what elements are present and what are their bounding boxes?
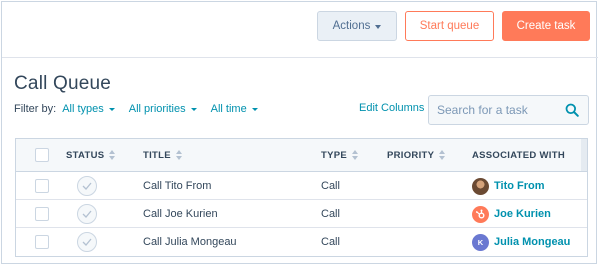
caret-down-icon: [190, 108, 197, 111]
column-label-associated: ASSOCIATED WITH: [472, 149, 565, 161]
select-all-checkbox[interactable]: [35, 148, 49, 162]
column-label-status: STATUS: [66, 149, 105, 161]
column-label-title: TITLE: [143, 149, 171, 161]
complete-task-toggle[interactable]: [77, 176, 97, 196]
table-row[interactable]: Call Joe Kurien Call Joe Kurien: [16, 200, 587, 228]
checkmark-icon: [82, 210, 92, 218]
caret-down-icon: [251, 108, 258, 111]
task-type: Call: [321, 208, 340, 220]
actions-button[interactable]: Actions: [317, 11, 397, 41]
associated-contact[interactable]: K Julia Mongeau: [472, 228, 570, 256]
sort-icon: [175, 150, 183, 160]
start-queue-button[interactable]: Start queue: [405, 11, 494, 41]
associated-contact[interactable]: Joe Kurien: [472, 200, 551, 228]
task-title[interactable]: Call Joe Kurien: [143, 200, 218, 228]
complete-task-toggle[interactable]: [77, 232, 97, 252]
column-label-type: TYPE: [321, 149, 348, 161]
row-checkbox[interactable]: [35, 179, 49, 193]
edit-columns-link[interactable]: Edit Columns: [359, 102, 424, 114]
page-title: Call Queue: [14, 73, 112, 94]
filter-time-label: All time: [210, 103, 247, 115]
actions-button-label: Actions: [332, 20, 371, 32]
complete-task-toggle[interactable]: [77, 204, 97, 224]
sort-icon: [109, 150, 116, 160]
create-task-label: Create task: [516, 20, 576, 32]
sort-icon: [439, 150, 446, 160]
row-checkbox[interactable]: [35, 207, 49, 221]
task-type: Call: [321, 180, 340, 192]
column-header-title[interactable]: TITLE: [143, 139, 183, 171]
search-icon[interactable]: [565, 103, 579, 117]
column-header-type[interactable]: TYPE: [321, 139, 359, 171]
avatar-initial: K: [477, 237, 484, 247]
avatar: K: [472, 233, 489, 251]
toolbar: Actions Start queue Create task: [2, 2, 598, 58]
avatar: [472, 177, 489, 195]
table-row[interactable]: Call Julia Mongeau Call K Julia Mongeau: [16, 228, 587, 256]
filter-time-dropdown[interactable]: All time: [211, 103, 258, 115]
filter-types-dropdown[interactable]: All types: [62, 103, 115, 115]
filter-bar: Filter by: All types All priorities All …: [14, 102, 272, 116]
filter-types-label: All types: [62, 103, 104, 115]
checkmark-icon: [82, 238, 92, 246]
filter-priorities-dropdown[interactable]: All priorities: [129, 103, 197, 115]
caret-down-icon: [375, 24, 382, 29]
start-queue-label: Start queue: [419, 20, 480, 32]
filter-label: Filter by:: [14, 103, 57, 115]
search-box: [428, 95, 589, 125]
hubspot-sprocket-icon: [472, 205, 489, 223]
tasks-table: STATUS TITLE TYPE PRIORITY ASSOCIATED WI…: [15, 138, 588, 257]
caret-down-icon: [108, 108, 115, 111]
filter-priorities-label: All priorities: [128, 103, 186, 115]
column-header-priority[interactable]: PRIORITY: [387, 139, 446, 171]
create-task-button[interactable]: Create task: [502, 11, 590, 41]
associated-contact[interactable]: Tito From: [472, 172, 545, 200]
column-label-priority: PRIORITY: [387, 149, 435, 161]
tasks-panel: Actions Start queue Create task Call Que…: [1, 1, 598, 264]
row-checkbox[interactable]: [35, 235, 49, 249]
column-header-associated[interactable]: ASSOCIATED WITH: [472, 139, 565, 171]
associated-contact-name: Joe Kurien: [494, 208, 551, 220]
task-type: Call: [321, 236, 340, 248]
column-resize-handle[interactable]: [581, 139, 587, 171]
table-header: STATUS TITLE TYPE PRIORITY ASSOCIATED WI…: [16, 139, 587, 172]
associated-contact-name: Julia Mongeau: [494, 236, 571, 248]
task-title[interactable]: Call Tito From: [143, 172, 211, 200]
associated-contact-name: Tito From: [494, 180, 545, 192]
search-input[interactable]: [429, 96, 559, 124]
sort-icon: [352, 150, 359, 160]
table-row[interactable]: Call Tito From Call Tito From: [16, 172, 587, 200]
checkmark-icon: [82, 182, 92, 190]
task-title[interactable]: Call Julia Mongeau: [143, 228, 237, 256]
column-header-status[interactable]: STATUS: [66, 139, 116, 171]
